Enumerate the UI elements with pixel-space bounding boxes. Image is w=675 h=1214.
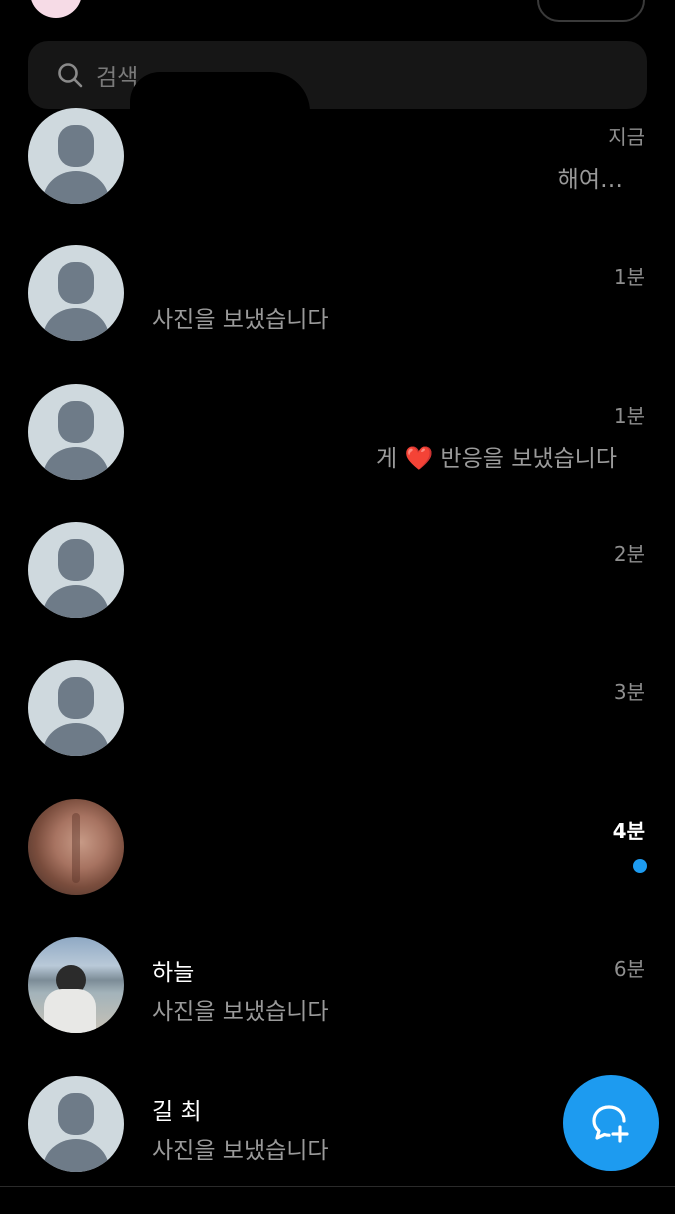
avatar: [28, 245, 124, 341]
conversation-time: 2분: [613, 542, 645, 566]
avatar: [28, 1076, 124, 1172]
avatar: [28, 384, 124, 480]
preview-prefix: 게: [375, 446, 398, 472]
conversation-time: 6분: [613, 957, 645, 981]
avatar: [28, 108, 124, 204]
new-message-button[interactable]: [563, 1075, 659, 1171]
search-icon: [58, 63, 83, 88]
conversation-row[interactable]: 하늘 6분 사진을 보냈습니다: [0, 937, 675, 1075]
avatar: [28, 937, 124, 1033]
conversation-preview: 사진을 보냈습니다: [152, 999, 329, 1025]
avatar: [28, 522, 124, 618]
unread-indicator: [633, 859, 647, 873]
divider: [0, 1186, 675, 1187]
avatar: [28, 660, 124, 756]
conversation-name: 길 최: [152, 1099, 202, 1125]
profile-avatar[interactable]: [30, 0, 82, 18]
conversation-row[interactable]: 지금 해여…: [0, 108, 675, 246]
conversation-row[interactable]: 1분 사진을 보냈습니다: [0, 245, 675, 383]
conversation-time: 4분: [612, 819, 645, 843]
conversation-preview: 해여…: [557, 167, 623, 193]
conversation-time: 지금: [608, 125, 645, 149]
conversation-time: 1분: [613, 404, 645, 428]
conversation-row[interactable]: 4분: [0, 799, 675, 937]
conversation-row[interactable]: 1분 게 ❤️ 반응을 보냈습니다: [0, 384, 675, 522]
conversation-time: 1분: [613, 265, 645, 289]
search-placeholder: 검색: [96, 65, 139, 91]
conversation-preview: 사진을 보냈습니다: [152, 307, 329, 333]
conversation-preview: 게 ❤️ 반응을 보냈습니다: [376, 439, 617, 473]
conversation-row[interactable]: 3분: [0, 660, 675, 798]
header-button[interactable]: [537, 0, 645, 22]
search-input[interactable]: 검색: [28, 41, 647, 109]
conversation-row[interactable]: 2분: [0, 522, 675, 660]
conversation-preview: 사진을 보냈습니다: [152, 1138, 329, 1164]
new-message-icon: [592, 1105, 629, 1143]
conversation-name: 하늘: [152, 960, 195, 986]
heart-icon: ❤️: [404, 446, 434, 472]
conversation-time: 3분: [613, 680, 645, 704]
preview-text: 반응을 보냈습니다: [440, 446, 617, 472]
avatar: [28, 799, 124, 895]
